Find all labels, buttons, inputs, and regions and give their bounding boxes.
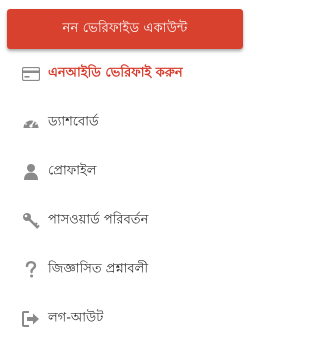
menu-item-label: এনআইডি ভেরিফাই করুন	[48, 65, 183, 80]
menu-item-label: লগ-আউট	[48, 310, 104, 325]
user-icon	[22, 163, 40, 181]
logout-icon	[22, 310, 40, 328]
menu-item-label: পাসওয়ার্ড পরিবর্তন	[48, 212, 149, 227]
side-menu-panel: নন ভেরিফাইড একাউন্ট এনআইডি ভেরিফাই করুন	[0, 0, 250, 344]
menu-item-label: প্রোফাইল	[48, 163, 97, 178]
dashboard-gauge-icon	[22, 114, 40, 132]
menu-item-label: ড্যাশবোর্ড	[48, 114, 99, 129]
menu-item-dashboard[interactable]: ড্যাশবোর্ড	[0, 98, 250, 147]
navigation-menu: এনআইডি ভেরিফাই করুন ড্যাশবোর্ড প্রোফাইল …	[0, 49, 250, 343]
account-status-text: নন ভেরিফাইড একাউন্ট	[62, 20, 188, 36]
menu-item-nid-verify[interactable]: এনআইডি ভেরিফাই করুন	[0, 49, 250, 98]
key-icon	[22, 212, 40, 230]
question-icon	[22, 261, 40, 279]
menu-item-label: জিজ্ঞাসিত প্রশ্নাবলী	[48, 261, 149, 276]
account-status-banner[interactable]: নন ভেরিফাইড একাউন্ট	[7, 9, 243, 49]
menu-item-faq[interactable]: জিজ্ঞাসিত প্রশ্নাবলী	[0, 245, 250, 294]
menu-item-profile[interactable]: প্রোফাইল	[0, 147, 250, 196]
menu-item-logout[interactable]: লগ-আউট	[0, 294, 250, 343]
menu-item-change-password[interactable]: পাসওয়ার্ড পরিবর্তন	[0, 196, 250, 245]
id-card-icon	[22, 65, 40, 83]
